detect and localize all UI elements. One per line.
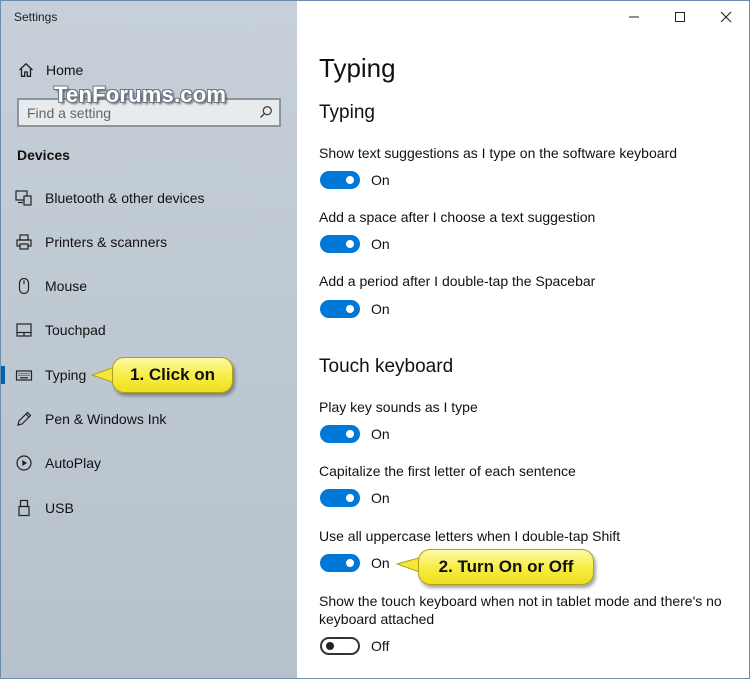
maximize-icon [675,11,685,22]
watermark: TenForums.com [54,82,227,107]
toggle-state-text: On [371,301,390,317]
setting-label-uppercase-shift: Use all uppercase letters when I double-… [319,528,621,544]
sidebar-item-label: USB [45,500,74,516]
group-title-typing: Typing [319,102,375,123]
close-icon [720,11,732,22]
toggle-state-text: On [371,236,390,252]
maximize-button[interactable] [657,1,703,32]
toggle-text-suggestions[interactable] [320,171,360,189]
toggle-knob [346,305,354,313]
sidebar-item-label: AutoPlay [45,455,102,471]
toggle-touch-keyboard-no-tablet[interactable] [320,637,360,655]
sidebar-item-label: Printers & scanners [45,234,168,250]
sidebar-item-mouse[interactable]: Mouse [1,270,297,302]
autoplay-icon [15,454,33,472]
toggle-capitalize[interactable] [320,489,360,507]
toggle-state-text: On [371,172,390,188]
setting-label-capitalize: Capitalize the first letter of each sent… [319,463,576,479]
app-title: Settings [14,10,58,24]
touchpad-icon [15,321,33,339]
toggle-knob [326,642,334,650]
home-link[interactable]: Home [16,60,83,80]
bluetooth-devices-icon [15,189,33,207]
toggle-knob [346,430,354,438]
toggle-state-text: Off [371,638,390,654]
setting-label-add-space: Add a space after I choose a text sugges… [319,209,596,225]
pen-icon [15,410,33,428]
mouse-icon [15,277,33,295]
callout-step2: 2. Turn On or Off [418,549,594,585]
toggle-uppercase-shift[interactable] [320,554,360,572]
toggle-state-text: On [371,555,390,571]
toggle-knob [346,176,354,184]
toggle-state-text: On [371,490,390,506]
home-label: Home [46,62,84,78]
sidebar-item-label: Pen & Windows Ink [45,411,167,427]
toggle-state-text: On [371,426,390,442]
toggle-knob [346,559,354,567]
page-title: Typing [319,53,396,83]
minimize-button[interactable] [611,1,657,32]
toggle-key-sounds[interactable] [320,425,360,443]
active-indicator [1,366,5,384]
sidebar-item-label: Typing [45,367,87,383]
window-controls [611,1,749,32]
callout-step1: 1. Click on [112,357,233,393]
setting-label-touch-keyboard-no-tablet: Show the touch keyboard when not in tabl… [319,593,722,627]
section-heading-devices: Devices [17,147,70,163]
toggle-add-period[interactable] [320,300,360,318]
sidebar: Settings Home Find a setting TenForums.c… [1,1,297,678]
sidebar-item-label: Mouse [45,278,88,294]
sidebar-item-autoplay[interactable]: AutoPlay [1,447,297,479]
toggle-knob [346,494,354,502]
printer-icon [15,233,33,251]
sidebar-item-usb[interactable]: USB [1,492,297,524]
sidebar-item-bluetooth[interactable]: Bluetooth & other devices [1,182,297,214]
usb-icon [15,499,33,517]
sidebar-item-touchpad[interactable]: Touchpad [1,314,297,346]
toggle-add-space[interactable] [320,235,360,253]
setting-label-text-suggestions: Show text suggestions as I type on the s… [319,145,677,161]
sidebar-item-label: Bluetooth & other devices [45,190,205,206]
minimize-icon [629,16,639,17]
close-button[interactable] [703,1,749,32]
sidebar-item-printers[interactable]: Printers & scanners [1,226,297,258]
sidebar-item-pen[interactable]: Pen & Windows Ink [1,403,297,435]
search-icon[interactable] [259,105,273,119]
setting-label-key-sounds: Play key sounds as I type [319,399,478,415]
setting-label-add-period: Add a period after I double-tap the Spac… [319,273,596,289]
sidebar-item-label: Touchpad [45,322,106,338]
group-title-touch-keyboard: Touch keyboard [319,356,454,377]
home-icon [16,61,36,79]
toggle-knob [346,240,354,248]
keyboard-icon [15,366,33,384]
settings-window: Settings Home Find a setting TenForums.c… [0,0,750,679]
